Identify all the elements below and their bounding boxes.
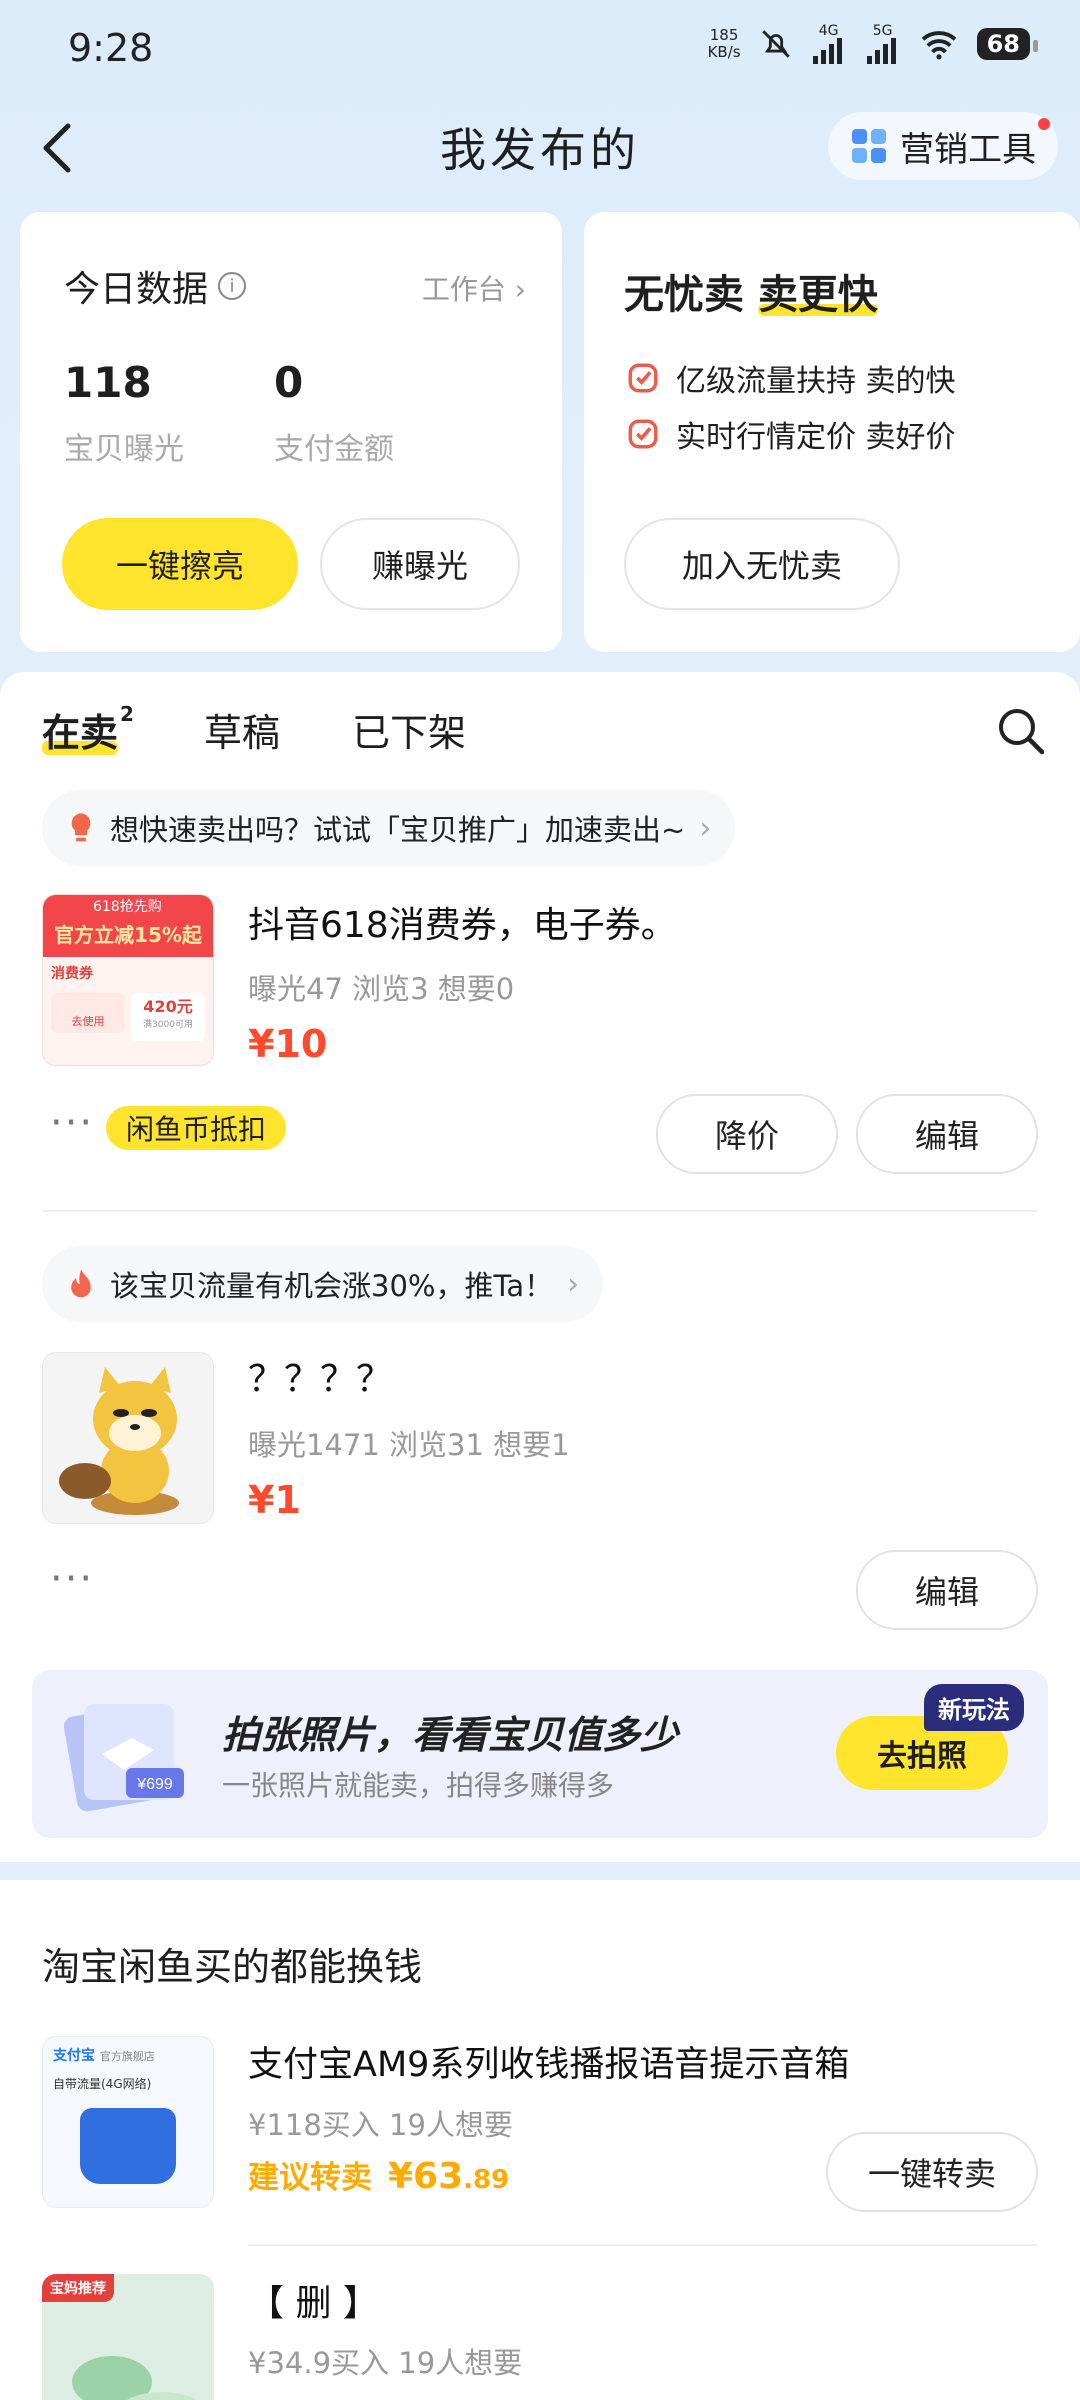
benefit-item: 实时行情定价 卖好价 [626, 412, 956, 456]
edit-button[interactable]: 编辑 [856, 1094, 1038, 1174]
status-icons: 185 KB/s 4G 5G 68 [707, 24, 1039, 64]
chevron-right-icon: › [699, 810, 712, 846]
notification-dot [1038, 118, 1050, 130]
worry-free-card: 无忧卖 卖更快 亿级流量扶持 卖的快 实时行情定价 卖好价 加入无忧卖 [584, 212, 1080, 652]
promo-title: 拍张照片，看看宝贝值多少 [222, 1713, 679, 1757]
photo-valuation-banner[interactable]: ¥699 拍张照片，看看宝贝值多少 一张照片就能卖，拍得多赚得多 去拍照 新玩法 [32, 1670, 1048, 1838]
resale-section-title: 淘宝闲鱼买的都能换钱 [42, 1945, 423, 1989]
wifi-icon [921, 31, 956, 60]
divider [248, 2244, 1038, 2246]
marketing-tools-button[interactable]: 营销工具 [828, 112, 1058, 180]
resale-item-title[interactable]: 支付宝AM9系列收钱播报语音提示音箱 [248, 2036, 849, 2087]
check-badge-icon [628, 419, 658, 449]
resale-item-thumbnail[interactable]: 宝妈推荐 [42, 2274, 214, 2400]
price-tag-text: ¥699 [136, 1776, 173, 1793]
item-price: ¥10 [248, 1022, 328, 1066]
battery-indicator: 68 [976, 28, 1039, 60]
item-stats: 曝光47 浏览3 想要0 [248, 972, 515, 1006]
signal-5g-icon: 5G [865, 24, 901, 64]
benefit-item: 亿级流量扶持 卖的快 [626, 356, 956, 400]
net-speed: 185 KB/s [707, 26, 741, 61]
suggested-resale-price: 建议转卖 ¥63.89 [248, 2156, 510, 2197]
today-data-title: 今日数据 i [64, 260, 247, 312]
resale-section: 淘宝闲鱼买的都能换钱 支付宝 官方旗舰店 自带流量(4G网络) 支付宝AM9系列… [0, 1880, 1080, 2400]
check-badge-icon [628, 363, 658, 393]
listing-panel: 在卖 2 草稿 已下架 想快速卖出吗？试试「宝贝推广」加速卖出~ › 618抢先购… [0, 672, 1080, 1862]
exposure-value: 118 [64, 358, 152, 407]
item-thumbnail[interactable]: 618抢先购 官方立减15%起 消费券 去使用 420元 满3000可用 [42, 894, 214, 1066]
flame-icon [71, 1269, 91, 1298]
tab-on-sale[interactable]: 在卖 2 [42, 702, 134, 757]
exposure-label: 宝贝曝光 [64, 432, 184, 467]
resale-item-title[interactable]: 【 删 】 [248, 2274, 379, 2326]
reduce-price-button[interactable]: 降价 [656, 1094, 838, 1174]
photo-cards-illustration: ¥699 [63, 1704, 184, 1812]
status-time: 9:28 [68, 26, 154, 70]
marketing-tools-label: 营销工具 [900, 129, 1036, 170]
earn-exposure-button[interactable]: 赚曝光 [320, 518, 520, 610]
join-worry-free-button[interactable]: 加入无忧卖 [624, 518, 900, 610]
worry-free-title: 无忧卖 卖更快 [624, 272, 878, 318]
item-thumbnail[interactable] [42, 1352, 214, 1524]
more-options-icon[interactable]: ··· [50, 1100, 94, 1146]
workbench-link[interactable]: 工作台 › [422, 268, 526, 308]
one-click-resell-button[interactable]: 一键转卖 [826, 2132, 1038, 2212]
payment-label: 支付金额 [274, 432, 394, 467]
tab-delisted[interactable]: 已下架 [352, 702, 466, 757]
item-title[interactable]: ？？？？ [248, 1350, 392, 1402]
doge-sticker-image [59, 1367, 179, 1515]
mute-bell-icon [761, 30, 790, 58]
grid-apps-icon [852, 129, 886, 163]
search-icon[interactable] [996, 706, 1046, 756]
info-icon[interactable]: i [218, 272, 247, 300]
resale-item-thumbnail[interactable]: 支付宝 官方旗舰店 自带流量(4G网络) [42, 2036, 214, 2208]
item-price: ¥1 [248, 1478, 301, 1522]
chevron-right-icon: › [567, 1266, 580, 1302]
coin-deduction-tag: 闲鱼币抵扣 [106, 1106, 287, 1150]
signal-4g-icon: 4G [811, 24, 847, 64]
new-feature-badge: 新玩法 [924, 1684, 1024, 1731]
divider [42, 1210, 1038, 1212]
resale-item-meta: ¥118买入 19人想要 [248, 2108, 513, 2142]
more-options-icon[interactable]: ··· [50, 1556, 94, 1602]
payment-value: 0 [274, 358, 304, 407]
edit-button[interactable]: 编辑 [856, 1550, 1038, 1630]
polish-all-button[interactable]: 一键擦亮 [62, 518, 298, 610]
resale-item-meta: ¥34.9买入 19人想要 [248, 2346, 523, 2380]
item-stats: 曝光1471 浏览31 想要1 [248, 1428, 570, 1462]
boost-tip[interactable]: 该宝贝流量有机会涨30%，推Ta！ › [42, 1246, 604, 1322]
promotion-tip[interactable]: 想快速卖出吗？试试「宝贝推广」加速卖出~ › [42, 790, 736, 866]
today-data-card: 今日数据 i 工作台 › 118 宝贝曝光 0 支付金额 一键擦亮 赚曝光 [20, 212, 562, 652]
lightbulb-icon [71, 813, 91, 842]
item-title[interactable]: 抖音618消费券，电子券。 [248, 896, 677, 948]
promo-subtitle: 一张照片就能卖，拍得多赚得多 [222, 1769, 615, 1802]
tab-drafts[interactable]: 草稿 [204, 702, 280, 757]
